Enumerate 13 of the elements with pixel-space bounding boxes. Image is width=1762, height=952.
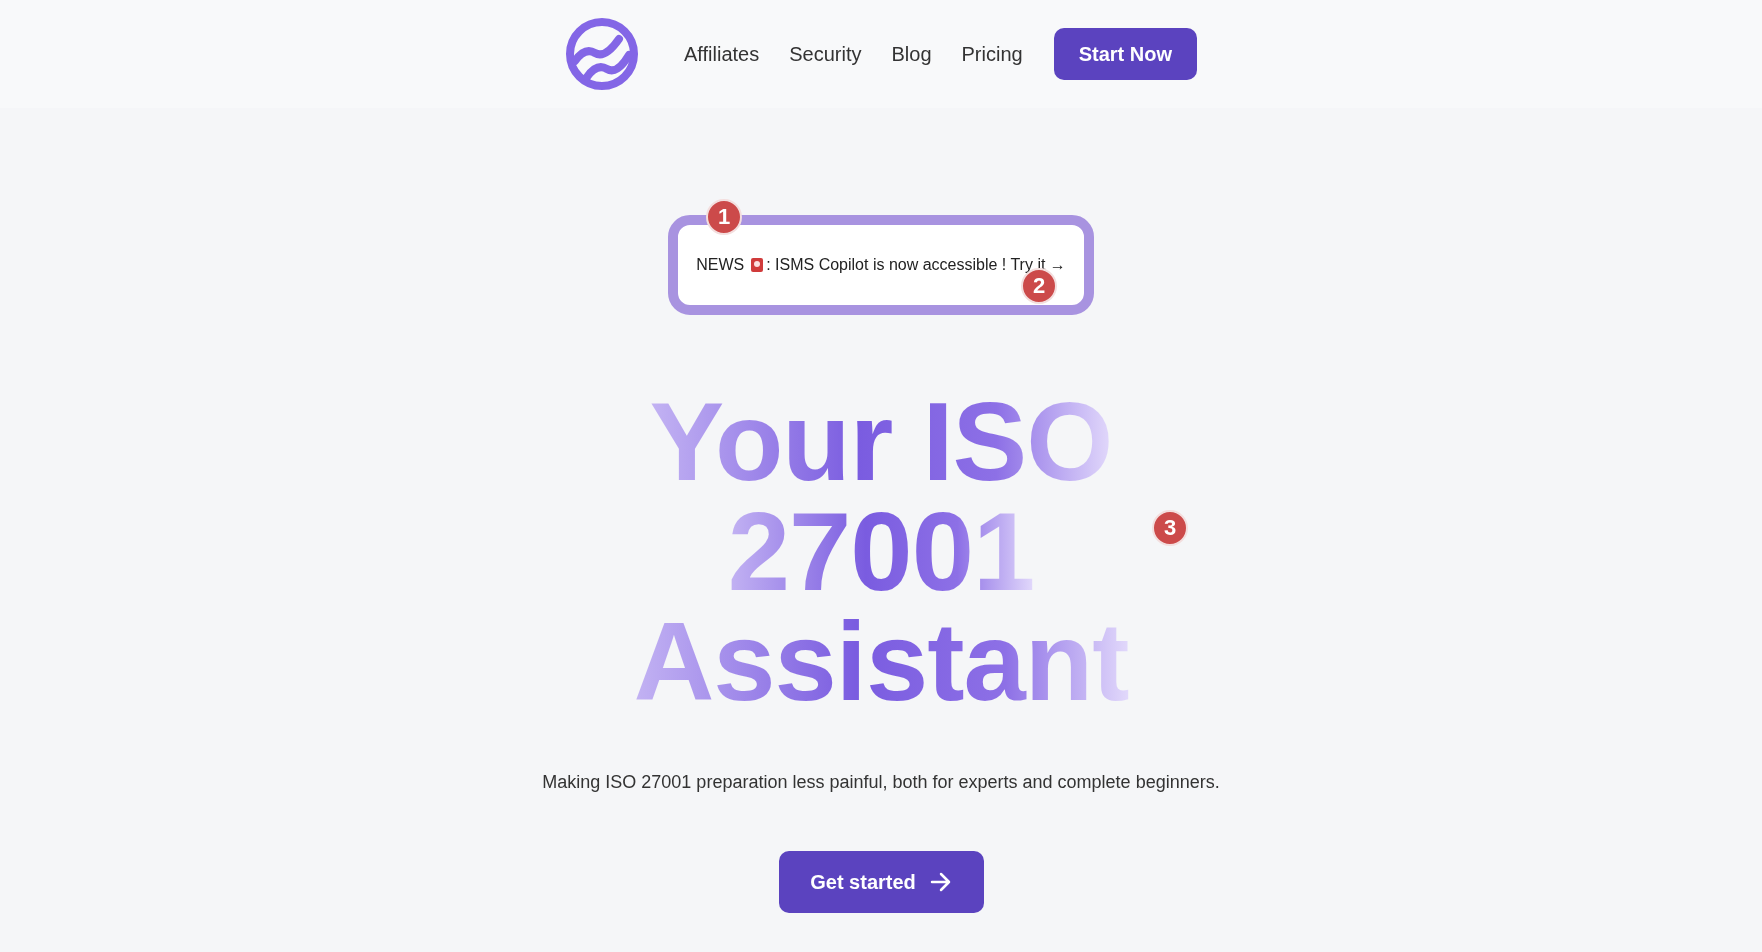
siren-icon	[750, 257, 765, 273]
nav-link[interactable]: Security	[789, 42, 862, 66]
get-started-button[interactable]: Get started	[778, 851, 984, 913]
nav-link[interactable]: Affiliates	[684, 42, 760, 66]
arrow-icon	[929, 872, 952, 892]
news-label: NEWS	[696, 256, 745, 274]
nav-link[interactable]: Pricing	[961, 42, 1023, 66]
start-now-button[interactable]: Start Now	[1053, 28, 1197, 80]
number-badge: 1	[706, 199, 742, 235]
nav-link[interactable]: Blog	[891, 42, 932, 66]
number-badge: 3	[1152, 510, 1188, 546]
logo-icon[interactable]	[565, 17, 639, 91]
hero-subtitle: Making ISO 27001 preparation less painful, both for experts and complete beginners.	[542, 772, 1220, 793]
